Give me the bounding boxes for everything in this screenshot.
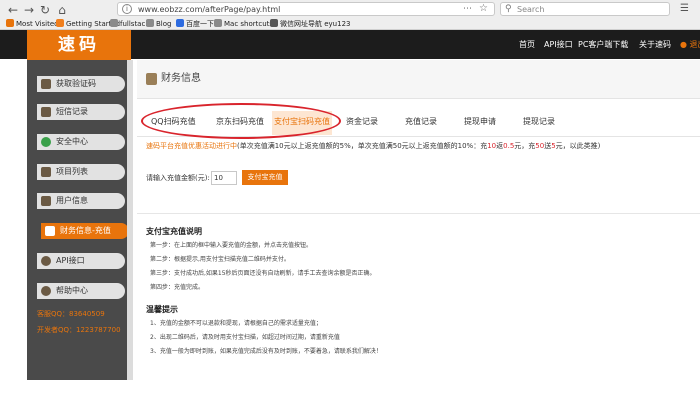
instruction-step: 第四步：充值完成。 bbox=[150, 284, 205, 291]
sidebar-item-sms-records[interactable]: 短信记录 bbox=[37, 104, 125, 120]
sidebar-item-api[interactable]: API接口 bbox=[37, 253, 125, 269]
globe-icon bbox=[270, 19, 278, 27]
list-icon bbox=[41, 167, 51, 177]
back-icon[interactable]: ← bbox=[6, 3, 20, 17]
sidebar-item-user-info[interactable]: 用户信息 bbox=[37, 193, 125, 209]
instruction-step: 第一步：在上面的框中输入要充值的金额，并点击充值按钮。 bbox=[150, 242, 313, 249]
nav-home[interactable]: 首页 bbox=[519, 40, 535, 50]
help-icon bbox=[41, 286, 51, 296]
reload-icon[interactable]: ↻ bbox=[38, 3, 52, 17]
nav-pc-download[interactable]: PC客户端下载 bbox=[578, 40, 628, 50]
bookmark-star-icon[interactable]: ☆ bbox=[479, 3, 488, 15]
bookmark-most-visited[interactable]: Most Visited bbox=[6, 18, 59, 30]
firefox-icon bbox=[56, 19, 64, 27]
sidebar-item-projects[interactable]: 项目列表 bbox=[37, 164, 125, 180]
highlight-annotation bbox=[141, 103, 341, 139]
logout-link[interactable]: ● 退出 bbox=[680, 40, 700, 50]
tab-recharge-records[interactable]: 充值记录 bbox=[405, 116, 437, 128]
tip-item: 1、充值的金额不可以退款和提现，请根据自己的需求适量充值； bbox=[150, 320, 322, 327]
site-logo[interactable]: 速码 bbox=[27, 30, 131, 60]
message-icon bbox=[41, 107, 51, 117]
phone-icon bbox=[41, 79, 51, 89]
instruction-step: 第二步：根据提示,用支付宝扫描充值二维码并支付。 bbox=[150, 256, 290, 263]
search-input[interactable]: ⚲ Search bbox=[500, 2, 670, 16]
forward-icon[interactable]: → bbox=[22, 3, 36, 17]
service-qq: 客服QQ：83640509 bbox=[37, 310, 105, 318]
tip-item: 2、出现二维码后，请及时用支付宝扫描，如超过时间过期，请重新充值 bbox=[150, 334, 340, 341]
folder-icon bbox=[146, 19, 154, 27]
sidebar-toggle-icon[interactable]: ☰ bbox=[680, 3, 689, 15]
wallet-icon bbox=[146, 73, 157, 85]
content-header bbox=[137, 60, 700, 99]
instruction-step: 第三步：支付成功后,如果15秒后页面还没有自动刷新，请手工去查询余额是否正确。 bbox=[150, 270, 376, 277]
developer-qq: 开发者QQ：1223787700 bbox=[37, 326, 121, 334]
promo-notice: 速码平台充值优惠活动进行中(单次充值满10元以上返充值额的5%，单次充值满50元… bbox=[146, 142, 601, 150]
info-icon[interactable]: i bbox=[122, 4, 132, 14]
sidebar-item-security[interactable]: 安全中心 bbox=[37, 134, 125, 150]
sidebar-item-finance-recharge[interactable]: 财务信息-充值 bbox=[41, 223, 129, 239]
url-text: www.eobzz.com/afterPage/pay.html bbox=[138, 5, 281, 14]
sidebar-item-get-code[interactable]: 获取验证码 bbox=[37, 76, 125, 92]
amount-input[interactable] bbox=[211, 171, 237, 185]
folder-icon bbox=[110, 19, 118, 27]
search-icon: ⚲ bbox=[505, 4, 512, 14]
address-bar[interactable]: i www.eobzz.com/afterPage/pay.html ⋯ ☆ bbox=[117, 2, 495, 16]
bookmarks-bar: Most Visited Getting Started fullstack B… bbox=[0, 18, 700, 30]
instructions-title: 支付宝充值说明 bbox=[146, 227, 202, 236]
nav-about[interactable]: 关于速码 bbox=[639, 40, 671, 50]
globe-icon bbox=[176, 19, 184, 27]
nav-api[interactable]: API接口 bbox=[544, 40, 573, 50]
tip-item: 3、充值一般为即时到账，如果充值完成后没有及时到账，不要着急，请联系我们解决！ bbox=[150, 348, 382, 355]
wallet-icon bbox=[45, 226, 55, 236]
tab-fund-records[interactable]: 资金记录 bbox=[346, 116, 378, 128]
user-icon bbox=[41, 196, 51, 206]
tips-title: 温馨提示 bbox=[146, 305, 178, 314]
page-title: 财务信息 bbox=[161, 73, 201, 84]
logout-icon: ● bbox=[680, 40, 687, 49]
sidebar-item-help[interactable]: 帮助中心 bbox=[37, 283, 125, 299]
home-icon[interactable]: ⌂ bbox=[55, 3, 69, 17]
divider bbox=[137, 213, 700, 214]
gear-icon bbox=[6, 19, 14, 27]
bookmark-wechat-nav[interactable]: 微信网址导航 eyu123 bbox=[270, 18, 350, 30]
alipay-recharge-button[interactable]: 支付宝充值 bbox=[242, 170, 288, 185]
bookmark-baidu[interactable]: 百度一下 bbox=[176, 18, 214, 30]
bookmark-mac-shortcuts[interactable]: Mac shortcuts bbox=[214, 18, 273, 30]
bookmark-fullstack[interactable]: fullstack bbox=[110, 18, 149, 30]
folder-icon bbox=[214, 19, 222, 27]
tab-withdraw-apply[interactable]: 提现申请 bbox=[464, 116, 496, 128]
api-icon bbox=[41, 256, 51, 266]
search-placeholder: Search bbox=[517, 5, 545, 14]
sidebar-border bbox=[127, 60, 133, 380]
page-actions-icon[interactable]: ⋯ bbox=[463, 3, 472, 15]
bookmark-blog[interactable]: Blog bbox=[146, 18, 171, 30]
amount-label: 请输入充值金额(元): bbox=[146, 174, 210, 182]
tab-withdraw-records[interactable]: 提现记录 bbox=[523, 116, 555, 128]
shield-icon bbox=[41, 137, 51, 147]
browser-toolbar: ← → ↻ ⌂ i www.eobzz.com/afterPage/pay.ht… bbox=[0, 0, 700, 30]
